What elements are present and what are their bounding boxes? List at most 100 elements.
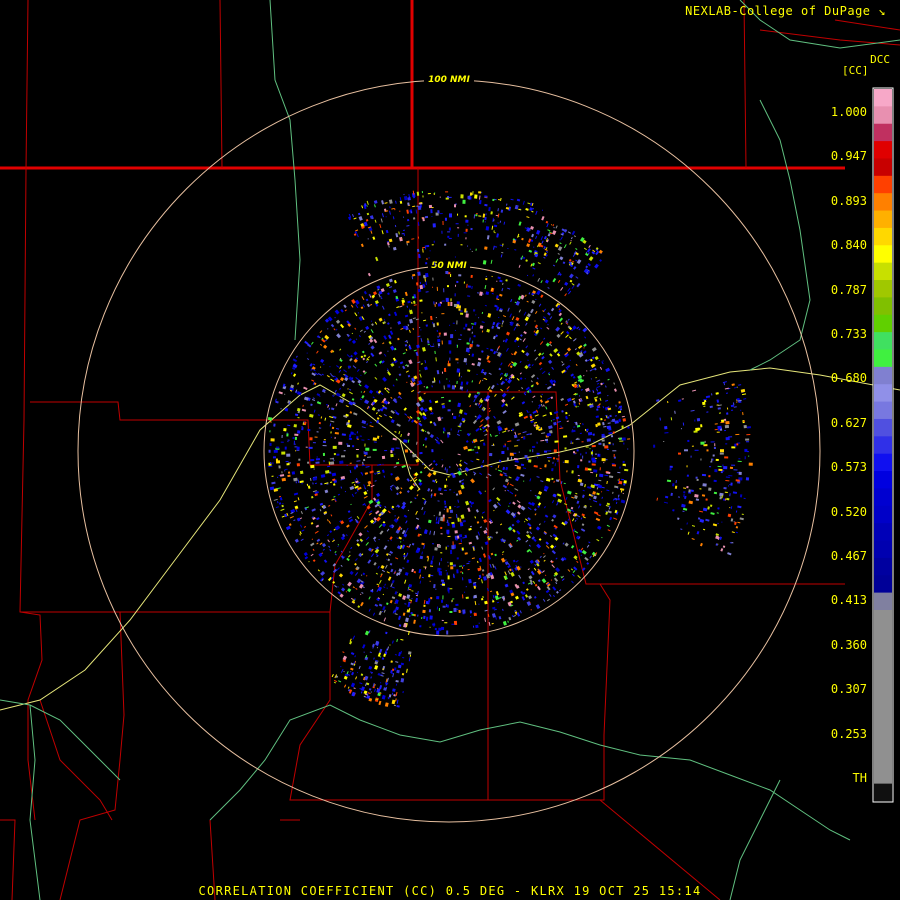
echo-pixel — [350, 667, 354, 671]
echo-pixel — [383, 586, 386, 589]
echo-pixel — [415, 517, 420, 520]
echo-pixel — [481, 511, 485, 514]
echo-pixel — [393, 694, 396, 697]
echo-pixel — [520, 294, 525, 300]
echo-pixel — [477, 446, 480, 450]
echo-pixel — [667, 400, 669, 404]
echo-pixel — [421, 551, 424, 555]
echo-pixel — [337, 545, 339, 548]
echo-pixel — [550, 224, 553, 226]
echo-pixel — [707, 506, 710, 510]
echo-pixel — [333, 328, 336, 331]
echo-pixel — [489, 433, 492, 437]
echo-pixel — [530, 570, 535, 576]
echo-pixel — [715, 533, 719, 536]
echo-pixel — [423, 466, 427, 469]
echo-pixel — [738, 471, 742, 476]
echo-pixel — [378, 610, 383, 616]
echo-pixel — [476, 521, 480, 524]
echo-pixel — [369, 303, 373, 306]
echo-pixel — [411, 389, 415, 393]
echo-pixel — [586, 562, 590, 565]
echo-pixel — [540, 403, 543, 407]
colorbar-tick-label: 0.307 — [830, 682, 867, 697]
echo-pixel — [372, 437, 378, 441]
echo-pixel — [531, 364, 534, 367]
echo-pixel — [374, 219, 377, 223]
echo-pixel — [328, 461, 330, 465]
echo-pixel — [402, 539, 405, 541]
echo-pixel — [387, 576, 392, 581]
echo-pixel — [351, 481, 355, 484]
echo-pixel — [398, 536, 402, 540]
echo-pixel — [464, 308, 467, 313]
echo-pixel — [620, 499, 626, 504]
echo-pixel — [333, 495, 336, 498]
echo-pixel — [622, 492, 624, 495]
echo-pixel — [471, 380, 474, 383]
echo-pixel — [482, 576, 487, 581]
echo-pixel — [513, 434, 518, 439]
echo-pixel — [529, 207, 533, 212]
echo-pixel — [594, 453, 597, 455]
echo-pixel — [392, 640, 394, 644]
echo-pixel — [499, 523, 503, 526]
echo-pixel — [528, 411, 530, 413]
echo-pixel — [530, 380, 533, 383]
echo-pixel — [535, 526, 540, 531]
echo-pixel — [446, 378, 448, 380]
echo-pixel — [577, 474, 580, 477]
echo-pixel — [452, 564, 456, 567]
echo-pixel — [708, 475, 711, 478]
echo-pixel — [515, 519, 521, 524]
echo-pixel — [394, 654, 398, 656]
echo-pixel — [428, 406, 433, 411]
echo-pixel — [333, 679, 338, 683]
echo-pixel — [292, 358, 298, 363]
echo-pixel — [415, 597, 419, 603]
echo-pixel — [481, 579, 483, 584]
echo-pixel — [539, 367, 543, 371]
echo-pixel — [457, 402, 462, 408]
echo-pixel — [452, 474, 456, 479]
echo-pixel — [433, 622, 435, 627]
echo-pixel — [293, 477, 298, 482]
echo-pixel — [593, 396, 598, 399]
echo-pixel — [331, 472, 337, 477]
echo-pixel — [402, 365, 406, 370]
echo-pixel — [349, 570, 354, 575]
echo-pixel — [400, 541, 402, 543]
echo-pixel — [482, 219, 484, 223]
echo-pixel — [473, 398, 476, 403]
echo-pixel — [334, 389, 337, 393]
echo-pixel — [458, 338, 462, 341]
echo-pixel — [663, 440, 665, 442]
echo-pixel — [323, 344, 328, 349]
echo-pixel — [492, 606, 496, 610]
echo-pixel — [532, 449, 534, 453]
echo-pixel — [419, 281, 422, 284]
echo-pixel — [623, 442, 625, 445]
echo-pixel — [328, 504, 331, 507]
echo-pixel — [409, 308, 411, 310]
echo-pixel — [419, 326, 421, 329]
echo-pixel — [516, 465, 522, 470]
echo-pixel — [492, 487, 495, 491]
echo-pixel — [374, 480, 377, 482]
echo-pixel — [741, 513, 744, 515]
echo-pixel — [285, 460, 289, 463]
echo-pixel — [442, 220, 444, 225]
echo-pixel — [423, 392, 426, 395]
echo-pixel — [284, 468, 288, 471]
echo-pixel — [583, 347, 585, 349]
echo-pixel — [393, 704, 397, 707]
echo-pixel — [489, 452, 493, 457]
echo-pixel — [598, 453, 600, 456]
echo-pixel — [270, 438, 275, 442]
echo-pixel — [397, 615, 401, 621]
echo-pixel — [605, 504, 609, 507]
echo-pixel — [537, 407, 540, 409]
echo-pixel — [433, 515, 435, 517]
echo-pixel — [315, 524, 320, 528]
echo-pixel — [604, 474, 609, 477]
